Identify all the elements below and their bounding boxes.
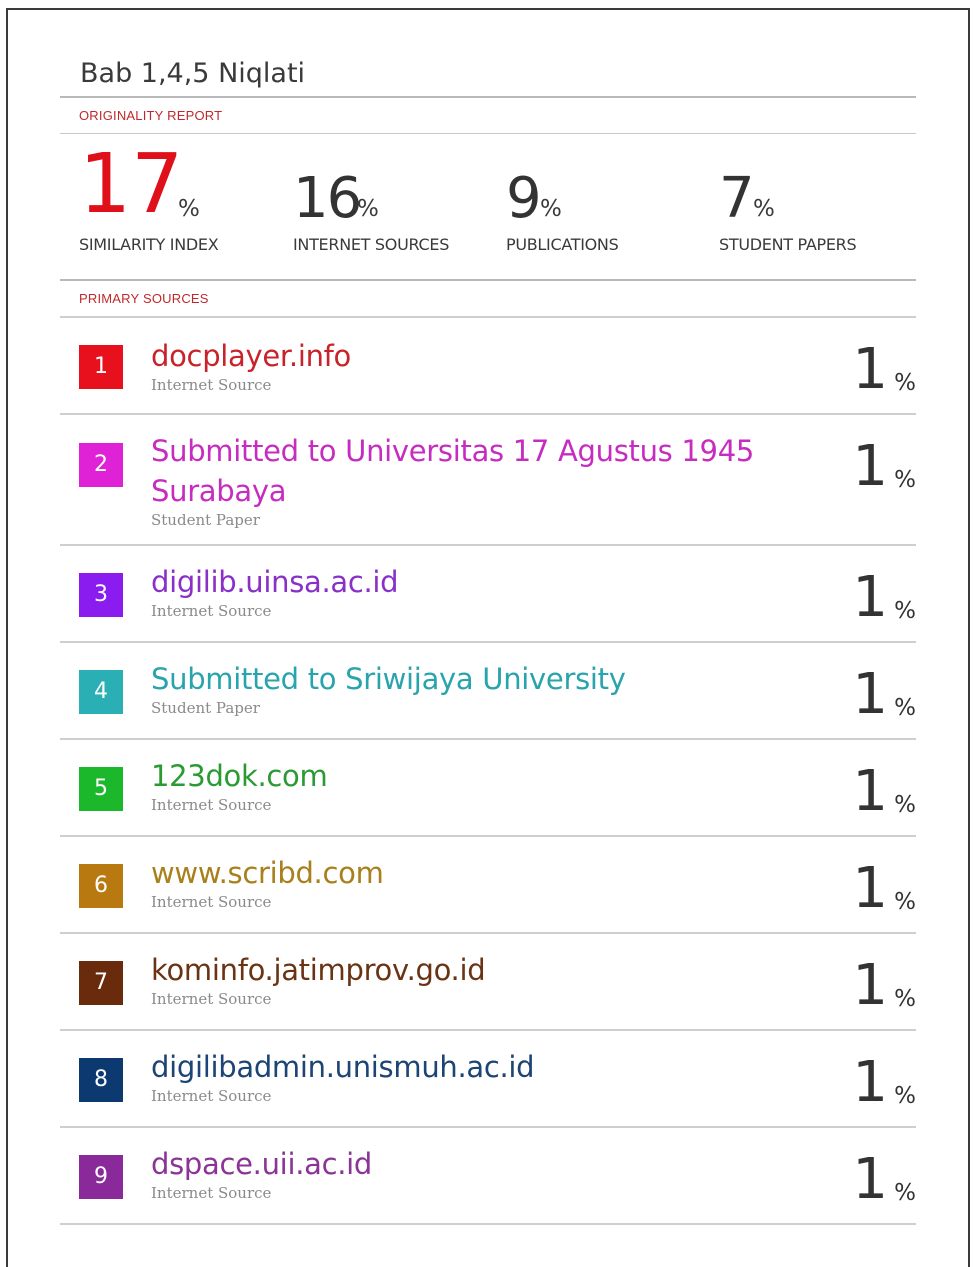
source-percent-sign: % (894, 370, 916, 396)
source-details: digilibadmin.unismuh.ac.id Internet Sour… (151, 1047, 771, 1105)
source-percent-value: 1 (852, 759, 888, 824)
source-type: Internet Source (151, 1087, 272, 1105)
source-percent-value: 1 (852, 565, 888, 630)
source-name[interactable]: dspace.uii.ac.id (151, 1144, 771, 1184)
source-percent-value: 1 (852, 662, 888, 727)
source-name[interactable]: digilibadmin.unismuh.ac.id (151, 1047, 771, 1087)
source-type: Internet Source (151, 893, 272, 911)
source-row: 7 kominfo.jatimprov.go.id Internet Sourc… (60, 934, 916, 1031)
source-match-percent: 1 % (846, 1051, 916, 1111)
source-details: www.scribd.com Internet Source (151, 853, 771, 911)
stat-value: 16 (293, 166, 362, 231)
source-name[interactable]: digilib.uinsa.ac.id (151, 562, 771, 602)
source-name[interactable]: Submitted to Universitas 17 Agustus 1945… (151, 431, 771, 511)
source-percent-value: 1 (852, 337, 888, 402)
source-rank-badge: 6 (79, 864, 123, 908)
source-row: 2 Submitted to Universitas 17 Agustus 19… (60, 415, 916, 546)
source-details: kominfo.jatimprov.go.id Internet Source (151, 950, 771, 1008)
primary-sources-label: PRIMARY SOURCES (60, 281, 916, 318)
source-type: Student Paper (151, 511, 260, 529)
originality-report-label: ORIGINALITY REPORT (60, 98, 916, 134)
stat-caption: INTERNET SOURCES (293, 235, 450, 254)
stat-caption: STUDENT PAPERS (719, 235, 857, 254)
source-row: 6 www.scribd.com Internet Source 1 % (60, 837, 916, 934)
source-name[interactable]: www.scribd.com (151, 853, 771, 893)
source-rank-badge: 2 (79, 443, 123, 487)
source-percent-sign: % (894, 598, 916, 624)
stat-caption: SIMILARITY INDEX (79, 235, 219, 254)
source-name[interactable]: kominfo.jatimprov.go.id (151, 950, 771, 990)
source-percent-sign: % (894, 792, 916, 818)
originality-report: Bab 1,4,5 Niqlati ORIGINALITY REPORT 17 … (60, 52, 916, 1225)
source-type: Student Paper (151, 699, 260, 717)
stat-percent-sign: % (357, 196, 379, 222)
source-details: Submitted to Sriwijaya University Studen… (151, 659, 771, 717)
source-match-percent: 1 % (846, 760, 916, 820)
source-name[interactable]: 123dok.com (151, 756, 771, 796)
source-row: 8 digilibadmin.unismuh.ac.id Internet So… (60, 1031, 916, 1128)
source-match-percent: 1 % (846, 1148, 916, 1208)
stat-value: 7 (719, 166, 755, 231)
stat-publications: 9 % PUBLICATIONS (506, 134, 619, 255)
stat-student-papers: 7 % STUDENT PAPERS (719, 134, 857, 255)
source-match-percent: 1 % (846, 338, 916, 398)
source-match-percent: 1 % (846, 857, 916, 917)
source-rank-badge: 4 (79, 670, 123, 714)
source-row: 9 dspace.uii.ac.id Internet Source 1 % (60, 1128, 916, 1225)
source-percent-sign: % (894, 986, 916, 1012)
source-rank-badge: 9 (79, 1155, 123, 1199)
stat-internet-sources: 16 % INTERNET SOURCES (293, 134, 450, 255)
source-percent-sign: % (894, 695, 916, 721)
source-row: 5 123dok.com Internet Source 1 % (60, 740, 916, 837)
source-name[interactable]: docplayer.info (151, 336, 771, 376)
stat-percent-sign: % (540, 196, 562, 222)
source-match-percent: 1 % (846, 435, 916, 495)
stat-value: 17 (79, 137, 184, 232)
source-percent-value: 1 (852, 856, 888, 921)
source-row: 4 Submitted to Sriwijaya University Stud… (60, 643, 916, 740)
source-percent-sign: % (894, 889, 916, 915)
source-rank-badge: 8 (79, 1058, 123, 1102)
source-percent-value: 1 (852, 434, 888, 499)
stat-similarity-index: 17 % SIMILARITY INDEX (79, 134, 219, 255)
source-match-percent: 1 % (846, 663, 916, 723)
source-row: 1 docplayer.info Internet Source 1 % (60, 318, 916, 415)
source-details: 123dok.com Internet Source (151, 756, 771, 814)
source-type: Internet Source (151, 990, 272, 1008)
source-type: Internet Source (151, 376, 272, 394)
source-rank-badge: 1 (79, 345, 123, 389)
stat-percent-sign: % (753, 196, 775, 222)
document-title: Bab 1,4,5 Niqlati (60, 52, 916, 98)
stat-value: 9 (506, 166, 542, 231)
stat-caption: PUBLICATIONS (506, 235, 619, 254)
source-details: Submitted to Universitas 17 Agustus 1945… (151, 431, 771, 529)
source-details: docplayer.info Internet Source (151, 336, 771, 394)
source-row: 3 digilib.uinsa.ac.id Internet Source 1 … (60, 546, 916, 643)
source-rank-badge: 3 (79, 573, 123, 617)
source-match-percent: 1 % (846, 954, 916, 1014)
source-details: digilib.uinsa.ac.id Internet Source (151, 562, 771, 620)
source-percent-sign: % (894, 1180, 916, 1206)
source-rank-badge: 5 (79, 767, 123, 811)
source-type: Internet Source (151, 796, 272, 814)
source-type: Internet Source (151, 602, 272, 620)
stat-percent-sign: % (178, 196, 200, 222)
source-percent-value: 1 (852, 1147, 888, 1212)
source-percent-sign: % (894, 1083, 916, 1109)
similarity-stats: 17 % SIMILARITY INDEX 16 % INTERNET SOUR… (60, 134, 916, 281)
source-type: Internet Source (151, 1184, 272, 1202)
source-percent-value: 1 (852, 953, 888, 1018)
primary-sources-list: 1 docplayer.info Internet Source 1 % 2 S… (60, 318, 916, 1225)
source-name[interactable]: Submitted to Sriwijaya University (151, 659, 771, 699)
source-details: dspace.uii.ac.id Internet Source (151, 1144, 771, 1202)
source-percent-value: 1 (852, 1050, 888, 1115)
source-percent-sign: % (894, 467, 916, 493)
source-match-percent: 1 % (846, 566, 916, 626)
source-rank-badge: 7 (79, 961, 123, 1005)
